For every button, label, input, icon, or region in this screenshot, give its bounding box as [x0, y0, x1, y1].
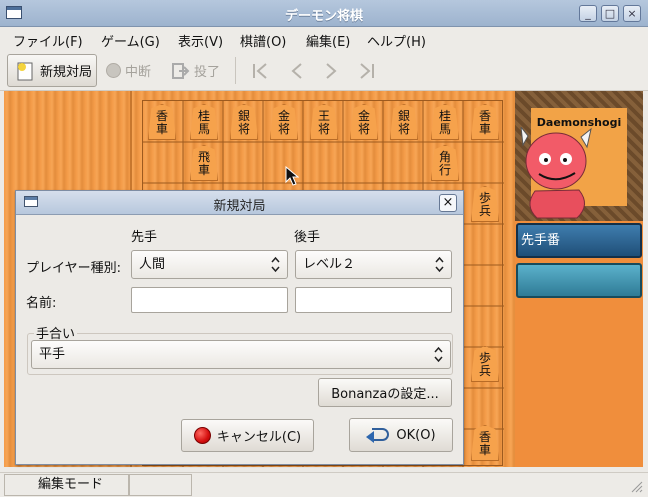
toolbar: 新規対局 中断 投了 — [0, 51, 648, 91]
gote-gold-piece[interactable]: 金将 — [270, 104, 298, 140]
gote-silver-piece[interactable]: 銀将 — [390, 104, 418, 140]
gote-header: 後手 — [294, 230, 321, 245]
first-move-icon[interactable] — [250, 61, 270, 81]
daemon-mascot-icon — [520, 127, 592, 219]
close-window-button[interactable]: × — [623, 5, 641, 22]
cancel-label: キャンセル(C) — [216, 430, 302, 445]
gote-name-field[interactable] — [295, 287, 452, 313]
status-bar: 編集モード — [0, 472, 648, 497]
toolbar-separator — [235, 57, 236, 84]
menu-bar: ファイル(F) ゲーム(G) 表示(V) 棋譜(O) 編集(E) ヘルプ(H) — [0, 27, 648, 51]
cancel-button[interactable]: キャンセル(C) — [181, 419, 314, 452]
sente-pawn-piece[interactable]: 歩兵 — [471, 346, 499, 382]
resize-grip-icon[interactable] — [630, 480, 643, 493]
maximize-button[interactable]: □ — [601, 5, 619, 22]
resign-icon — [172, 62, 190, 79]
spin-arrows-icon — [434, 346, 443, 363]
sente-lance-piece[interactable]: 香車 — [471, 425, 499, 461]
window-title: デーモン将棋 — [284, 9, 363, 24]
sente-player-value: 人間 — [139, 257, 166, 272]
interrupt-label: 中断 — [125, 65, 152, 80]
gote-gold-piece[interactable]: 金将 — [350, 104, 378, 140]
mode-status: 編集モード — [4, 474, 129, 496]
bonanza-settings-button[interactable]: Bonanzaの設定... — [318, 378, 452, 407]
mouse-cursor-icon — [285, 166, 299, 186]
dialog-title: 新規対局 — [213, 199, 266, 214]
minimize-button[interactable]: _ — [579, 5, 597, 22]
gote-lance-piece[interactable]: 香車 — [471, 104, 499, 140]
last-move-icon[interactable] — [357, 61, 377, 81]
player-type-label: プレイヤー種別: — [26, 261, 121, 276]
menu-file[interactable]: ファイル(F) — [13, 31, 83, 50]
new-game-label: 新規対局 — [40, 65, 93, 80]
ok-button[interactable]: OK(O) — [349, 418, 453, 452]
new-game-button[interactable]: 新規対局 — [7, 54, 97, 87]
menu-edit[interactable]: 編集(E) — [306, 31, 350, 50]
gote-pawn-piece[interactable]: 歩兵 — [471, 186, 499, 222]
dialog-title-bar: 新規対局 × — [16, 191, 463, 215]
gote-knight-piece[interactable]: 桂馬 — [190, 104, 218, 140]
stop-icon — [106, 63, 121, 78]
handicap-select[interactable]: 平手 — [31, 340, 451, 369]
status-cell-empty — [129, 474, 192, 496]
gote-knight-piece[interactable]: 桂馬 — [431, 104, 459, 140]
previous-move-icon[interactable] — [286, 61, 306, 81]
spin-arrows-icon — [271, 256, 280, 273]
turn-info-panel — [516, 263, 642, 298]
interrupt-button[interactable]: 中断 — [106, 54, 151, 87]
turn-indicator: 先手番 — [516, 223, 642, 258]
mascot-panel: Daemonshogi — [515, 91, 643, 221]
menu-help[interactable]: ヘルプ(H) — [367, 31, 426, 50]
gote-player-value: レベル２ — [303, 257, 356, 272]
menu-view[interactable]: 表示(V) — [178, 31, 223, 50]
resign-label: 投了 — [194, 65, 221, 80]
sente-player-select[interactable]: 人間 — [131, 250, 288, 279]
sente-name-field[interactable] — [131, 287, 288, 313]
dialog-close-button[interactable]: × — [439, 194, 457, 212]
gote-silver-piece[interactable]: 銀将 — [230, 104, 258, 140]
menu-game[interactable]: ゲーム(G) — [101, 31, 160, 50]
gote-bishop-piece[interactable]: 角行 — [431, 145, 459, 181]
resign-button[interactable]: 投了 — [170, 54, 220, 87]
next-move-icon[interactable] — [322, 61, 342, 81]
gote-lance-piece[interactable]: 香車 — [148, 104, 176, 140]
gote-player-select[interactable]: レベル２ — [295, 250, 452, 279]
title-bar: デーモン将棋 _ □ × — [0, 0, 648, 27]
new-document-icon — [17, 62, 33, 80]
menu-kifu[interactable]: 棋譜(O) — [240, 31, 286, 50]
spin-arrows-icon — [435, 256, 444, 273]
name-label: 名前: — [26, 296, 57, 311]
return-arrow-icon — [366, 426, 390, 444]
cancel-icon — [193, 427, 211, 444]
gote-king-piece[interactable]: 王将 — [310, 104, 338, 140]
ok-label: OK(O) — [396, 427, 436, 443]
sente-header: 先手 — [131, 230, 158, 245]
handicap-value: 平手 — [39, 347, 66, 362]
new-game-dialog: 新規対局 × 先手 後手 プレイヤー種別: 人間 レベル２ 名前: 手合い 平手… — [15, 190, 464, 465]
gote-rook-piece[interactable]: 飛車 — [190, 145, 218, 181]
